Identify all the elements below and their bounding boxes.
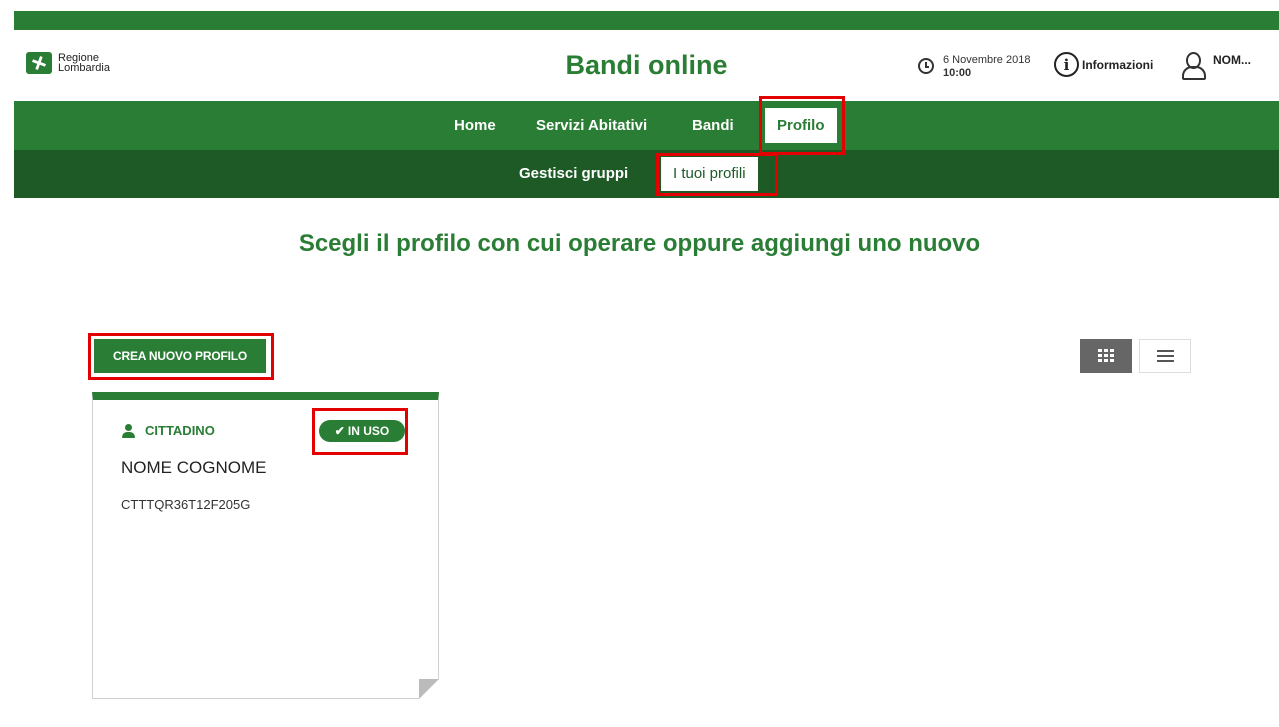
user-menu[interactable]: NOM... bbox=[1181, 51, 1251, 80]
check-icon: ✔ bbox=[334, 424, 345, 438]
user-icon bbox=[1181, 51, 1206, 80]
profile-type: CITTADINO bbox=[121, 423, 215, 438]
date-time: 6 Novembre 2018 10:00 bbox=[918, 54, 1030, 80]
profile-fiscal-code: CTTTQR36T12F205G bbox=[121, 497, 251, 512]
person-icon bbox=[121, 423, 135, 438]
nav-item-home[interactable]: Home bbox=[454, 101, 496, 150]
page-curl bbox=[419, 679, 439, 699]
sub-nav: Gestisci gruppi I tuoi profili bbox=[14, 150, 1279, 198]
clock-icon bbox=[918, 58, 934, 74]
list-icon bbox=[1156, 349, 1174, 363]
nav-item-servizi-abitativi[interactable]: Servizi Abitativi bbox=[536, 101, 647, 150]
create-profile-button[interactable]: CREA NUOVO PROFILO bbox=[94, 339, 266, 373]
info-link[interactable]: i Informazioni bbox=[1054, 52, 1153, 77]
profile-card[interactable]: CITTADINO ✔ IN USO NOME COGNOME CTTTQR36… bbox=[92, 392, 439, 699]
time-text: 10:00 bbox=[943, 67, 972, 79]
profile-name: NOME COGNOME bbox=[121, 458, 267, 477]
list-view-button[interactable] bbox=[1139, 339, 1191, 373]
nav-item-bandi[interactable]: Bandi bbox=[692, 101, 734, 150]
info-label: Informazioni bbox=[1082, 57, 1154, 72]
profile-type-label: CITTADINO bbox=[145, 423, 215, 438]
subnav-item-i-tuoi-profili[interactable]: I tuoi profili bbox=[661, 157, 758, 191]
page-heading: Scegli il profilo con cui operare oppure… bbox=[298, 230, 981, 257]
nav-item-profilo[interactable]: Profilo bbox=[765, 108, 837, 143]
grid-view-button[interactable] bbox=[1080, 339, 1132, 373]
grid-icon bbox=[1098, 349, 1114, 363]
user-name: NOM... bbox=[1213, 53, 1251, 67]
site-header: Regione Lombardia Bandi online 6 Novembr… bbox=[14, 30, 1279, 101]
subnav-item-gestisci-gruppi[interactable]: Gestisci gruppi bbox=[519, 150, 628, 198]
info-icon: i bbox=[1054, 52, 1079, 77]
main-nav: Home Servizi Abitativi Bandi Profilo bbox=[14, 101, 1279, 150]
top-strip bbox=[14, 11, 1279, 30]
date-text: 6 Novembre 2018 bbox=[943, 54, 1031, 66]
status-label: IN USO bbox=[347, 424, 390, 438]
status-badge: ✔ IN USO bbox=[319, 420, 405, 442]
